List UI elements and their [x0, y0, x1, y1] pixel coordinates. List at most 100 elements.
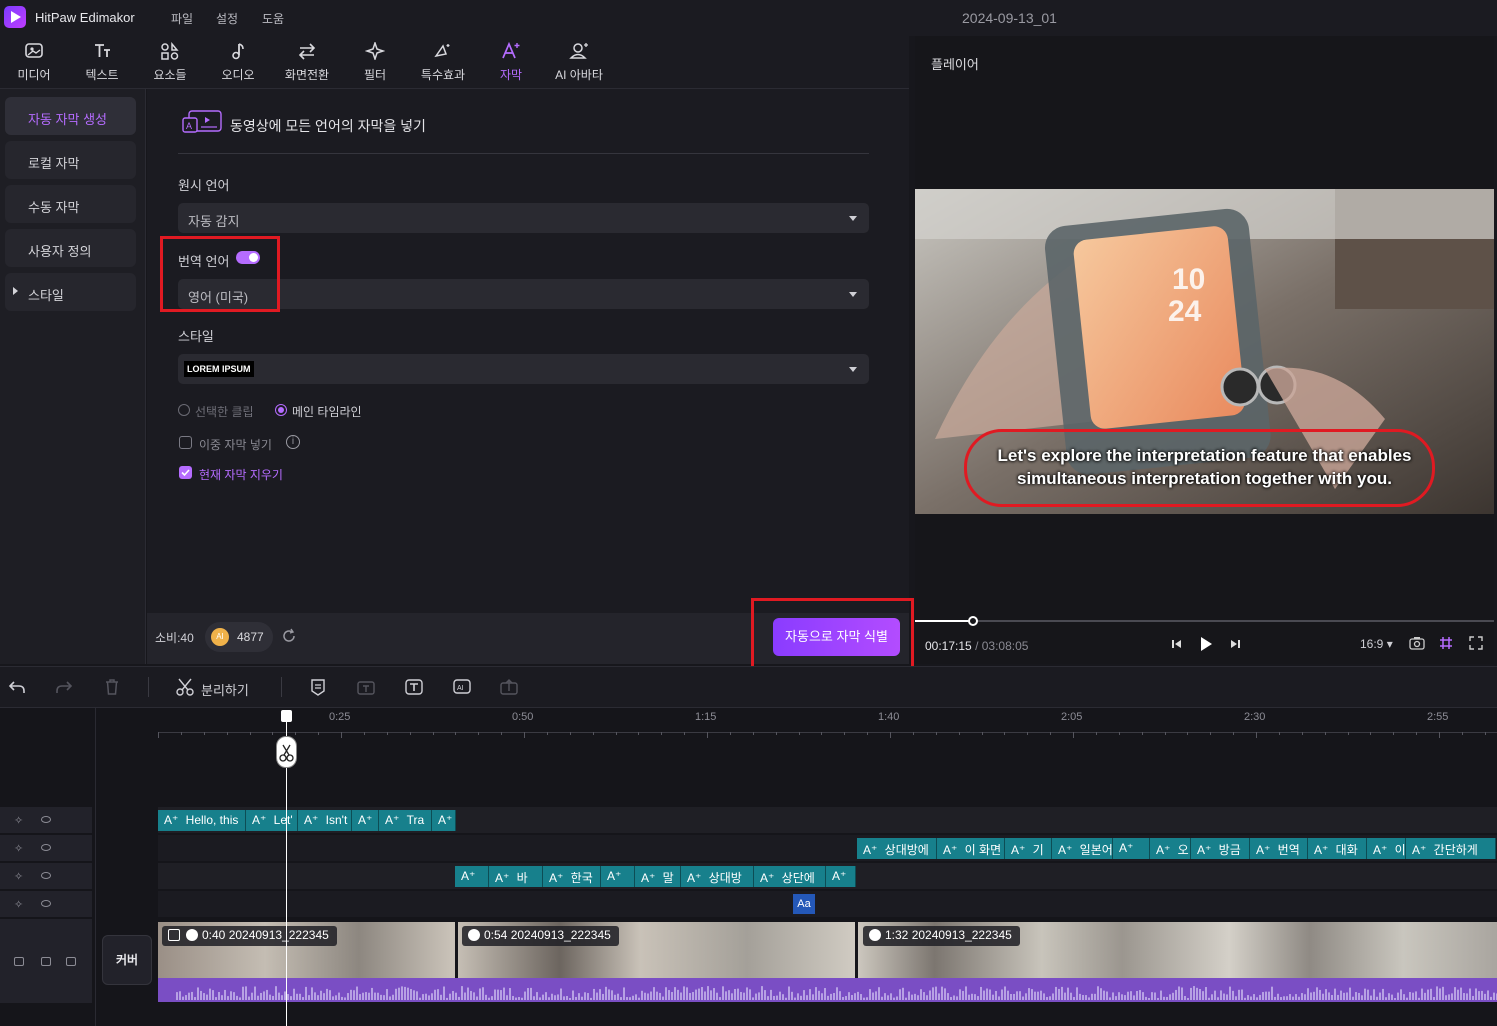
clear-subtitle-checkbox[interactable]	[179, 466, 192, 479]
prev-frame-icon[interactable]	[1171, 638, 1183, 653]
subtitle-clip[interactable]: A⁺	[601, 866, 635, 887]
video-track[interactable]	[158, 922, 1497, 978]
subtitle-clip[interactable]: A⁺ 기	[1005, 838, 1052, 859]
track-volume-icon[interactable]	[66, 957, 76, 966]
menu-settings[interactable]: 설정	[216, 10, 238, 27]
tool-filter[interactable]: 필터	[350, 36, 400, 88]
subtitle-clip-text: Isn't	[325, 813, 348, 827]
playhead-split-handle[interactable]	[276, 736, 297, 768]
subtitle-clip[interactable]: A⁺ 오	[1150, 838, 1191, 859]
tool-ai-avatar[interactable]: AI 아바타	[548, 36, 610, 88]
text-to-speech-icon[interactable]	[357, 678, 375, 699]
subtitle-clip[interactable]: A⁺ 이 화면	[937, 838, 1005, 859]
subtitle-clip-text: 일본어	[1079, 843, 1113, 857]
subtitle-clip[interactable]: A⁺	[1113, 838, 1150, 859]
ai-icon[interactable]: AI	[453, 678, 471, 699]
track-visibility-eye-icon[interactable]	[41, 844, 51, 851]
radio-main-timeline[interactable]	[275, 404, 287, 416]
subtitle-clip[interactable]: A⁺	[455, 866, 489, 887]
radio-selected-clip[interactable]	[178, 404, 190, 416]
subtitle-style-icon[interactable]	[310, 678, 326, 699]
cost-label: 소비:40	[155, 631, 194, 645]
tool-text[interactable]: 텍스트	[76, 36, 128, 88]
progress-track[interactable]	[915, 616, 1494, 626]
tool-media[interactable]: 미디어	[8, 36, 60, 88]
fullscreen-icon[interactable]	[1469, 636, 1483, 653]
tool-effects[interactable]: 특수효과	[414, 36, 472, 88]
export-icon[interactable]	[500, 678, 518, 699]
split-label[interactable]: 분리하기	[201, 680, 249, 699]
track-magic-icon[interactable]: ✧	[14, 842, 23, 855]
ruler-tick	[1416, 732, 1418, 735]
tool-transition[interactable]: 화면전환	[278, 36, 336, 88]
refresh-icon[interactable]	[281, 628, 297, 647]
dual-subtitle-checkbox[interactable]	[179, 436, 192, 449]
cover-button[interactable]: 커버	[102, 935, 152, 985]
subtitle-clip[interactable]: A⁺ Tra	[379, 810, 432, 831]
elements-icon	[144, 36, 196, 66]
video-preview[interactable]: 10 24 Let's explore the interpretation f…	[915, 189, 1494, 514]
source-language-select[interactable]: 자동 감지	[178, 203, 869, 233]
effects-icon	[414, 36, 472, 66]
progress-handle[interactable]	[967, 616, 978, 626]
tool-elements-label: 요소들	[153, 68, 187, 82]
track-visibility-eye-icon[interactable]	[41, 957, 51, 966]
track-visibility-eye-icon[interactable]	[41, 872, 51, 879]
subtitle-clip[interactable]: A⁺ 번역	[1250, 838, 1308, 859]
subtitle-clip[interactable]: A⁺	[432, 810, 456, 831]
player-title: 플레이어	[931, 57, 979, 72]
translate-language-select[interactable]: 영어 (미국)	[178, 279, 869, 309]
subtitle-clip[interactable]: A⁺ Let'	[246, 810, 298, 831]
delete-icon[interactable]	[104, 678, 120, 699]
subtitle-clip[interactable]: A⁺ 방금	[1191, 838, 1250, 859]
menu-file[interactable]: 파일	[171, 10, 193, 27]
style-select[interactable]: LOREM IPSUM	[178, 354, 869, 384]
track-lock-icon[interactable]	[14, 957, 24, 966]
subtitle-clip[interactable]: A⁺	[352, 810, 379, 831]
next-frame-icon[interactable]	[1229, 638, 1241, 653]
nav-local-subtitle[interactable]: 로컬 자막	[5, 141, 136, 179]
playhead-handle[interactable]	[281, 710, 292, 722]
highlight-box-translate	[160, 236, 280, 312]
subtitle-clip[interactable]: A⁺ 일본어	[1052, 838, 1113, 859]
text-clip-marker[interactable]: Aa	[793, 894, 815, 914]
split-icon[interactable]	[176, 678, 194, 699]
undo-icon[interactable]	[8, 679, 26, 698]
subtitle-clip[interactable]: A⁺ 말	[635, 866, 681, 887]
tool-audio[interactable]: 오디오	[212, 36, 264, 88]
subtitle-clip[interactable]: A⁺ 대화	[1308, 838, 1367, 859]
menu-help[interactable]: 도움	[262, 10, 284, 27]
track-magic-icon[interactable]: ✧	[14, 870, 23, 883]
subtitle-clip[interactable]: A⁺ 한국	[543, 866, 601, 887]
aspect-ratio-select[interactable]: 16:9 ▾	[1360, 637, 1393, 651]
grid-icon[interactable]	[1439, 636, 1453, 653]
subtitle-clip[interactable]: A⁺ Isn't	[298, 810, 352, 831]
subtitle-clip[interactable]: A⁺ Hello, this	[158, 810, 246, 831]
nav-auto-subtitle[interactable]: 자동 자막 생성	[5, 97, 136, 135]
tool-elements[interactable]: 요소들	[144, 36, 196, 88]
subtitle-a-icon: A⁺	[760, 871, 778, 885]
tool-subtitle[interactable]: 자막	[488, 36, 534, 88]
snapshot-icon[interactable]	[1409, 636, 1425, 653]
nav-custom[interactable]: 사용자 정의	[5, 229, 136, 267]
play-icon[interactable]	[1199, 636, 1213, 655]
info-icon[interactable]: i	[286, 435, 300, 449]
subtitle-clip[interactable]: A⁺ 상대방	[681, 866, 754, 887]
nav-manual-subtitle[interactable]: 수동 자막	[5, 185, 136, 223]
subtitle-a-icon: A⁺	[1197, 843, 1215, 857]
track-magic-icon[interactable]: ✧	[14, 898, 23, 911]
subtitle-clip[interactable]: A⁺ 이	[1367, 838, 1406, 859]
text-edit-icon[interactable]	[405, 678, 423, 699]
subtitle-clip[interactable]: A⁺ 상단에	[754, 866, 826, 887]
redo-icon[interactable]	[55, 679, 73, 698]
subtitle-clip[interactable]: A⁺	[826, 866, 856, 887]
track-magic-icon[interactable]: ✧	[14, 814, 23, 827]
track-visibility-eye-icon[interactable]	[41, 816, 51, 823]
subtitle-clip[interactable]: A⁺ 간단하게	[1406, 838, 1496, 859]
nav-style[interactable]: 스타일	[5, 273, 136, 311]
subtitle-clip[interactable]: A⁺ 상대방에	[857, 838, 937, 859]
track-visibility-eye-icon[interactable]	[41, 900, 51, 907]
audio-waveform-track[interactable]	[158, 978, 1497, 1002]
ruler-label: 1:40	[878, 711, 900, 723]
subtitle-clip[interactable]: A⁺ 바	[489, 866, 543, 887]
